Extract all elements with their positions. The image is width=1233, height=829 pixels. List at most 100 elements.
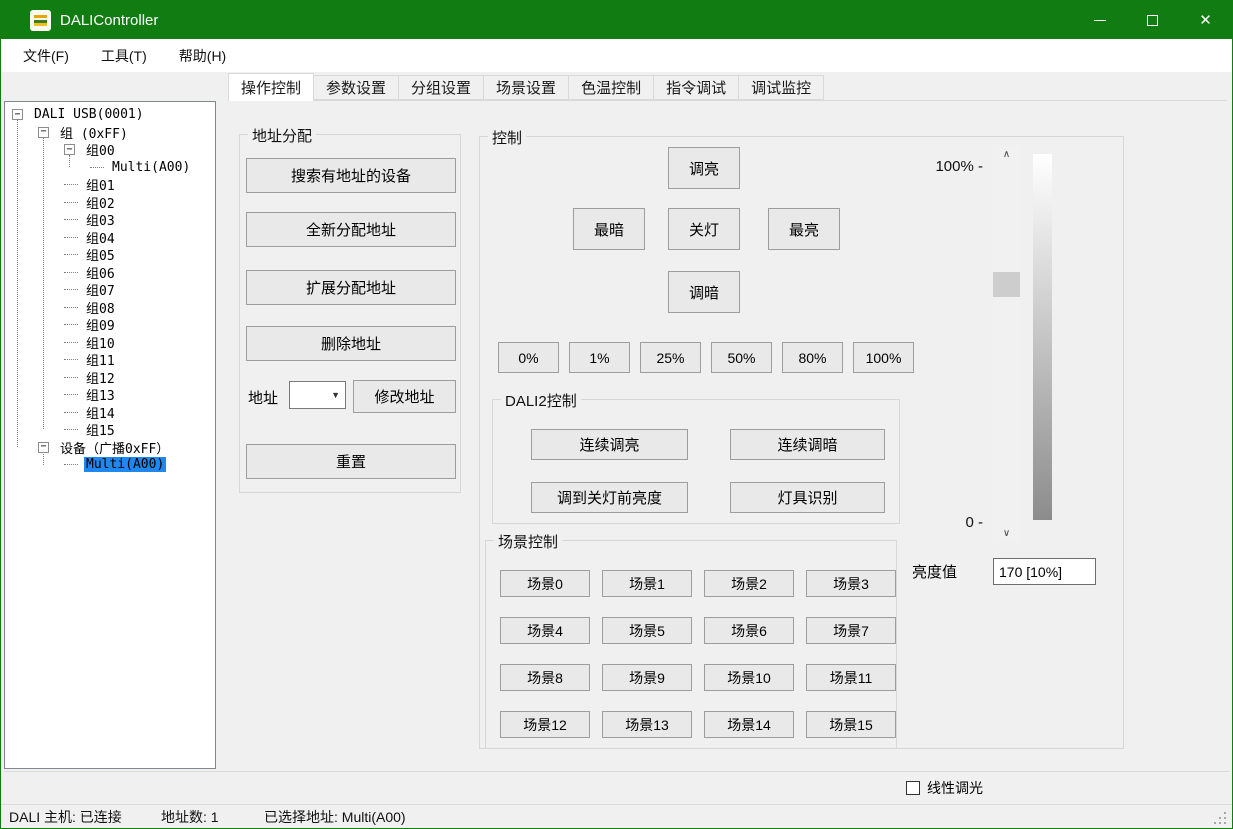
scene-button[interactable]: 场景5 [602,617,692,644]
lamp-identify-button[interactable]: 灯具识别 [730,482,885,513]
tab[interactable]: 操作控制 [228,73,314,101]
close-button[interactable]: ✕ [1179,1,1232,39]
tree-item[interactable]: Multi(A00) [64,456,166,473]
percent-button[interactable]: 100% [853,342,914,373]
tab[interactable]: 分组设置 [398,75,484,100]
tab[interactable]: 色温控制 [568,75,654,100]
collapse-minus-icon[interactable]: − [64,144,75,155]
scene-button[interactable]: 场景7 [806,617,896,644]
recall-last-level-button[interactable]: 调到关灯前亮度 [531,482,688,513]
tree-item-label[interactable]: 组11 [84,350,117,369]
scene-button[interactable]: 场景6 [704,617,794,644]
scene-button[interactable]: 场景4 [500,617,590,644]
tree-item[interactable]: −DALI USB(0001) [12,106,146,123]
tree-item-label[interactable]: 组15 [84,420,117,439]
tree-item[interactable]: 组02 [64,194,117,211]
collapse-minus-icon[interactable]: − [38,127,49,138]
scene-button[interactable]: 场景2 [704,570,794,597]
extend-assign-addresses-button[interactable]: 扩展分配地址 [246,270,456,305]
tree-item-label[interactable]: Multi(A00) [110,160,192,175]
collapse-minus-icon[interactable]: − [38,442,49,453]
brightness-scrollbar[interactable]: ∧ ∨ [993,146,1020,542]
tree-item[interactable]: 组03 [64,211,117,228]
linear-dimming-checkbox[interactable]: 线性调光 [906,778,983,798]
scene-button[interactable]: 场景1 [602,570,692,597]
tree-item-label[interactable]: 组07 [84,280,117,299]
tree-item-label[interactable]: 组 (0xFF) [58,123,130,142]
tree-item[interactable]: 组05 [64,246,117,263]
tree-item-label[interactable]: 组14 [84,403,117,422]
tree-item[interactable]: Multi(A00) [90,159,192,176]
scene-button[interactable]: 场景0 [500,570,590,597]
tree-item-label[interactable]: 组02 [84,193,117,212]
scrollbar-thumb[interactable] [993,272,1020,297]
tree-item-label[interactable]: 组08 [84,298,117,317]
percent-button[interactable]: 0% [498,342,559,373]
scene-button[interactable]: 场景3 [806,570,896,597]
tree-item-label[interactable]: 组10 [84,333,117,352]
tree-item-label[interactable]: 组09 [84,315,117,334]
tree-item[interactable]: −设备（广播0xFF） [38,439,171,456]
delete-address-button[interactable]: 删除地址 [246,326,456,361]
checkbox-icon[interactable] [906,781,920,795]
scene-button[interactable]: 场景12 [500,711,590,738]
tree-item[interactable]: 组14 [64,404,117,421]
tree-item[interactable]: 组13 [64,386,117,403]
tree-item-label[interactable]: 组05 [84,245,117,264]
percent-button[interactable]: 50% [711,342,772,373]
scene-button[interactable]: 场景14 [704,711,794,738]
max-brightness-button[interactable]: 最亮 [768,208,840,250]
tree-item[interactable]: −组00 [64,141,117,158]
scene-button[interactable]: 场景13 [602,711,692,738]
tree-item-label[interactable]: DALI USB(0001) [32,107,146,122]
percent-button[interactable]: 1% [569,342,630,373]
device-tree[interactable]: −DALI USB(0001)−组 (0xFF)−组00Multi(A00)组0… [4,101,216,769]
percent-button[interactable]: 25% [640,342,701,373]
scene-button[interactable]: 场景15 [806,711,896,738]
tab[interactable]: 指令调试 [653,75,739,100]
scene-button[interactable]: 场景8 [500,664,590,691]
tree-item-label[interactable]: 组00 [84,140,117,159]
modify-address-button[interactable]: 修改地址 [353,380,456,413]
tree-item-label[interactable]: 组01 [84,175,117,194]
resize-grip[interactable] [1224,822,1226,824]
tree-item-label[interactable]: 组13 [84,385,117,404]
brightness-value-field[interactable]: 170 [10%] [993,558,1096,585]
scroll-down-arrow-icon[interactable]: ∨ [993,525,1020,542]
tree-item[interactable]: 组06 [64,264,117,281]
continuous-dim-up-button[interactable]: 连续调亮 [531,429,688,460]
tree-item[interactable]: 组15 [64,421,117,438]
menu-item[interactable]: 文件(F) [21,44,71,68]
tree-item-label[interactable]: 组04 [84,228,117,247]
lamp-off-button[interactable]: 关灯 [668,208,740,250]
tab[interactable]: 场景设置 [483,75,569,100]
reset-button[interactable]: 重置 [246,444,456,479]
tree-item-label[interactable]: 设备（广播0xFF） [58,438,171,457]
scroll-up-arrow-icon[interactable]: ∧ [993,146,1020,163]
assign-new-addresses-button[interactable]: 全新分配地址 [246,212,456,247]
minimize-button[interactable] [1073,1,1126,39]
address-combobox[interactable]: ▼ [289,381,346,409]
continuous-dim-down-button[interactable]: 连续调暗 [730,429,885,460]
collapse-minus-icon[interactable]: − [12,109,23,120]
dim-down-button[interactable]: 调暗 [668,271,740,313]
tree-item[interactable]: 组07 [64,281,117,298]
tree-item[interactable]: 组11 [64,351,117,368]
dim-up-button[interactable]: 调亮 [668,147,740,189]
tree-item-label[interactable]: 组12 [84,368,117,387]
tree-item[interactable]: 组01 [64,176,117,193]
scene-button[interactable]: 场景10 [704,664,794,691]
tab[interactable]: 参数设置 [313,75,399,100]
tree-item[interactable]: 组10 [64,334,117,351]
tree-item[interactable]: 组08 [64,299,117,316]
menu-item[interactable]: 工具(T) [99,44,149,68]
tree-item-label[interactable]: 组06 [84,263,117,282]
maximize-button[interactable] [1126,1,1179,39]
search-addressed-devices-button[interactable]: 搜索有地址的设备 [246,158,456,193]
percent-button[interactable]: 80% [782,342,843,373]
tree-item-label[interactable]: Multi(A00) [84,457,166,472]
tree-item-label[interactable]: 组03 [84,210,117,229]
tree-item[interactable]: 组12 [64,369,117,386]
tree-item[interactable]: −组 (0xFF) [38,124,130,141]
scene-button[interactable]: 场景9 [602,664,692,691]
